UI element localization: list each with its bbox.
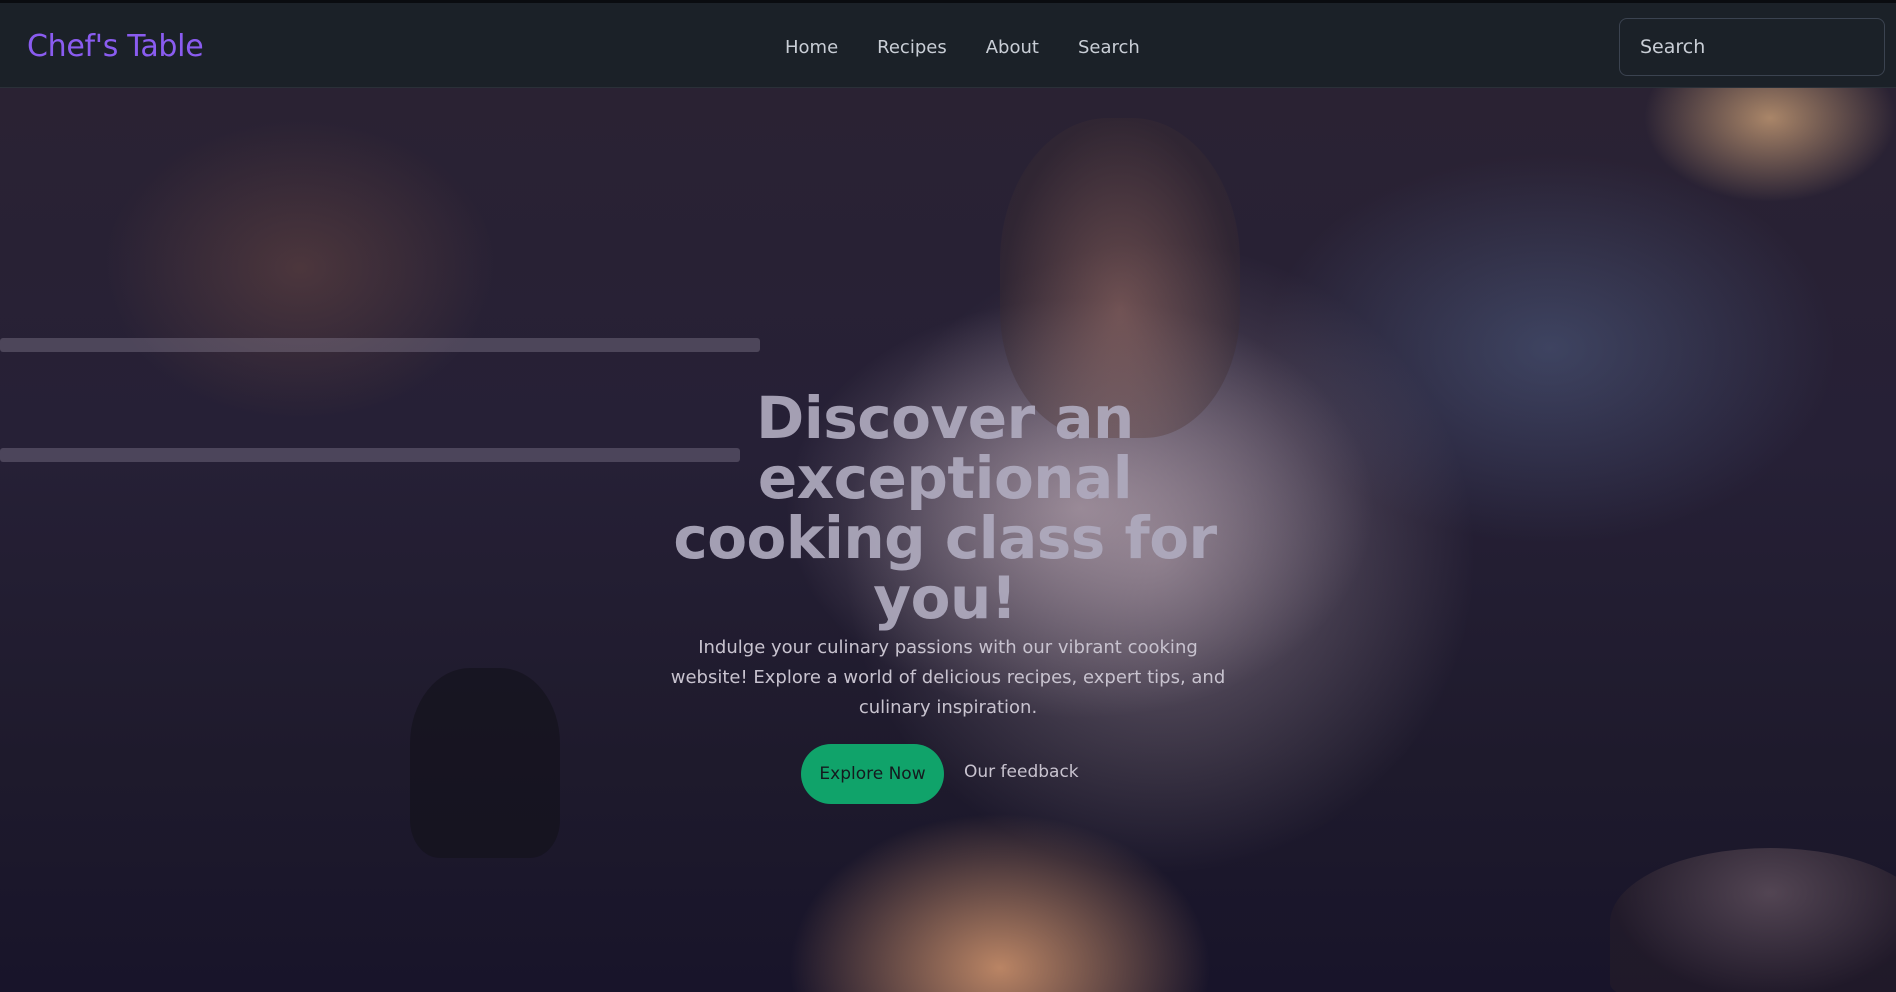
our-feedback-link[interactable]: Our feedback [964,762,1079,782]
top-navbar: Chef's Table Home Recipes About Search [0,3,1896,88]
explore-now-button[interactable]: Explore Now [801,744,944,804]
hero-description: Indulge your culinary passions with our … [670,637,1226,718]
kitchen-shelf [0,448,740,462]
hero-section: Discover an exceptional cooking class fo… [0,88,1896,992]
nav-item-recipes[interactable]: Recipes [877,37,947,58]
kitchen-shelf [0,338,760,352]
kettle-shape [410,668,560,858]
search-input[interactable] [1620,19,1884,75]
search-box [1619,18,1885,76]
nav-item-home[interactable]: Home [785,37,838,58]
nav-item-search[interactable]: Search [1078,37,1140,58]
nav-item-about[interactable]: About [986,37,1039,58]
brand-logo[interactable]: Chef's Table [27,29,204,64]
nav-links: Home Recipes About Search [785,37,1179,58]
hero-title: Discover an exceptional cooking class fo… [673,384,1217,632]
mixing-bowl [1610,848,1896,992]
